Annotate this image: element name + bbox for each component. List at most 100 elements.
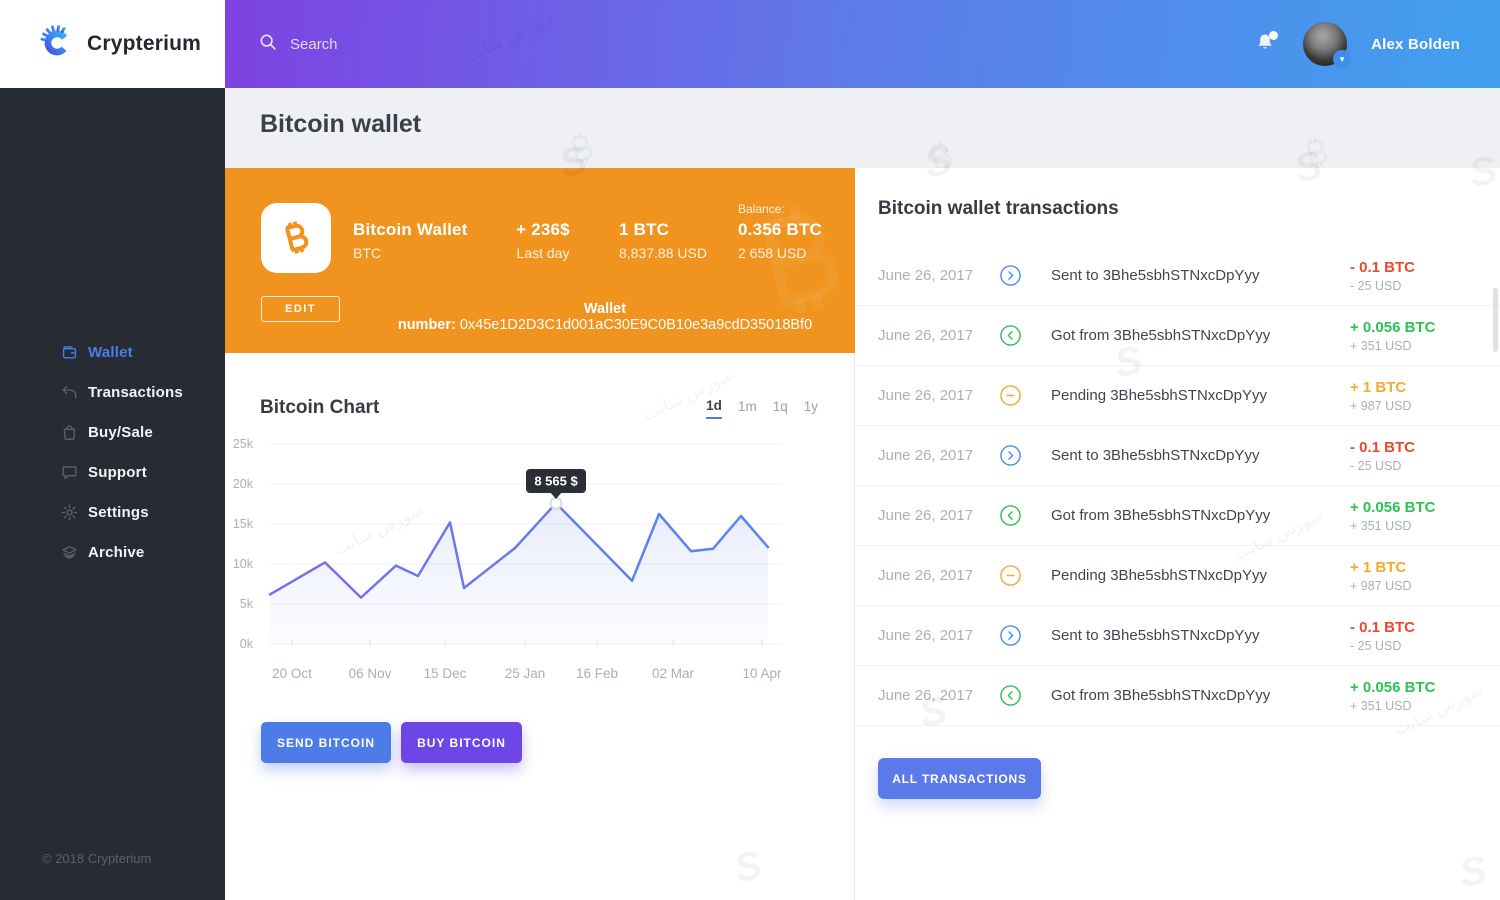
range-tab-1y[interactable]: 1y bbox=[804, 399, 818, 418]
sidebar-item-transactions[interactable]: Transactions bbox=[0, 372, 225, 412]
svg-text:02 Mar: 02 Mar bbox=[652, 666, 695, 681]
transaction-date: June 26, 2017 bbox=[878, 387, 974, 404]
transaction-amount-btc: - 0.1 BTC bbox=[1350, 258, 1416, 276]
transaction-amount-btc: + 0.056 BTC bbox=[1350, 678, 1436, 696]
user-avatar[interactable]: ▾ bbox=[1303, 22, 1352, 68]
transaction-date: June 26, 2017 bbox=[878, 507, 974, 524]
transaction-row[interactable]: June 26, 2017 Sent to 3Bhe5sbhSTNxcDpYyy -… bbox=[856, 606, 1500, 666]
transaction-row[interactable]: June 26, 2017 Pending 3Bhe5sbhSTNxcDpYyy +… bbox=[856, 546, 1500, 606]
transaction-amount-btc: - 0.1 BTC bbox=[1350, 618, 1416, 636]
transaction-amount-usd: - 25 USD bbox=[1350, 458, 1402, 473]
gear-icon bbox=[60, 503, 79, 522]
balance-usd: 2 658 USD bbox=[738, 245, 807, 261]
transaction-row[interactable]: June 26, 2017 Got from 3Bhe5sbhSTNxcDpYyy… bbox=[856, 306, 1500, 366]
minus-circle-icon bbox=[999, 564, 1051, 587]
sidebar-item-wallet[interactable]: Wallet bbox=[0, 332, 225, 372]
svg-text:15 Dec: 15 Dec bbox=[424, 666, 467, 681]
wallet-ticker: BTC bbox=[353, 245, 381, 261]
sidebar-item-buy-sale[interactable]: Buy/Sale bbox=[0, 412, 225, 452]
transaction-label: Sent to 3Bhe5sbhSTNxcDpYyy bbox=[1051, 627, 1260, 644]
transaction-row[interactable]: June 26, 2017 Got from 3Bhe5sbhSTNxcDpYyy… bbox=[856, 666, 1500, 726]
transaction-amounts: - 0.1 BTC - 25 USD bbox=[1350, 259, 1490, 293]
bitcoin-icon bbox=[261, 203, 331, 273]
brand-name: Crypterium bbox=[87, 32, 202, 55]
transactions-title: Bitcoin wallet transactions bbox=[878, 198, 1119, 219]
sidebar-item-support[interactable]: Support bbox=[0, 452, 225, 492]
transaction-amounts: - 0.1 BTC - 25 USD bbox=[1350, 619, 1490, 653]
wallet-change-caption: Last day bbox=[516, 245, 570, 261]
svg-text:06 Nov: 06 Nov bbox=[349, 666, 392, 681]
svg-text:8 565 $: 8 565 $ bbox=[534, 474, 578, 489]
transaction-amounts: + 1 BTC + 987 USD bbox=[1350, 379, 1490, 413]
transaction-date: June 26, 2017 bbox=[878, 687, 974, 704]
transaction-label: Sent to 3Bhe5sbhSTNxcDpYyy bbox=[1051, 267, 1260, 284]
wallet-column: Bitcoin Wallet BTC + 236$ Last day 1 BTC… bbox=[225, 168, 855, 900]
crypterium-app: ▾ Alex Bolden Wallet Transactions Buy/Sale… bbox=[0, 0, 1500, 900]
search-bar[interactable] bbox=[258, 32, 512, 57]
brand-logo[interactable]: Crypterium bbox=[0, 0, 225, 88]
range-tab-1d[interactable]: 1d bbox=[706, 398, 722, 419]
edit-button[interactable]: EDIT bbox=[261, 296, 341, 322]
arrow-right-circle-icon bbox=[999, 264, 1051, 287]
transaction-row[interactable]: June 26, 2017 Sent to 3Bhe5sbhSTNxcDpYyy -… bbox=[856, 426, 1500, 486]
page-header-strip: Bitcoin wallet bbox=[225, 88, 1500, 175]
transaction-amount-usd: + 351 USD bbox=[1350, 518, 1412, 533]
top-bar: ▾ Alex Bolden bbox=[225, 0, 1500, 88]
transaction-amounts: + 0.056 BTC + 351 USD bbox=[1350, 319, 1490, 353]
svg-text:25k: 25k bbox=[233, 437, 254, 451]
transaction-label: Got from 3Bhe5sbhSTNxcDpYyy bbox=[1051, 687, 1271, 704]
arrow-left-circle-icon bbox=[999, 684, 1051, 707]
transaction-row[interactable]: June 26, 2017 Sent to 3Bhe5sbhSTNxcDpYyy -… bbox=[856, 246, 1500, 306]
sidebar-item-settings[interactable]: Settings bbox=[0, 492, 225, 532]
svg-text:16 Feb: 16 Feb bbox=[576, 666, 618, 681]
bitcoin-wallet-card: Bitcoin Wallet BTC + 236$ Last day 1 BTC… bbox=[225, 168, 855, 353]
sidebar-menu: Wallet Transactions Buy/Sale Support Setting… bbox=[0, 332, 225, 572]
chat-icon bbox=[60, 463, 79, 482]
search-input[interactable] bbox=[288, 34, 512, 54]
chart-marker bbox=[549, 496, 563, 510]
range-tab-1q[interactable]: 1q bbox=[773, 399, 788, 418]
sidebar-item-label: Support bbox=[88, 463, 147, 481]
transaction-amount-usd: + 987 USD bbox=[1350, 398, 1412, 413]
balance-label: Balance: bbox=[738, 202, 785, 216]
transaction-label: Got from 3Bhe5sbhSTNxcDpYyy bbox=[1051, 327, 1271, 344]
all-transactions-button[interactable]: ALL TRANSACTIONS bbox=[878, 758, 1041, 799]
sidebar-item-label: Archive bbox=[88, 543, 145, 561]
usd-rate: 8,837.88 USD bbox=[619, 245, 707, 261]
transactions-panel: Bitcoin wallet transactions June 26, 201… bbox=[856, 168, 1500, 900]
bitcoin-price-chart[interactable]: 25k 20k 15k 10k 5k 0k 20 Oct 06 Nov 15 Dec 25 Jan… bbox=[225, 433, 825, 687]
transaction-amount-usd: + 351 USD bbox=[1350, 338, 1412, 353]
range-tab-1m[interactable]: 1m bbox=[738, 399, 757, 418]
send-bitcoin-button[interactable]: SEND BITCOIN bbox=[261, 722, 391, 763]
svg-text:20k: 20k bbox=[233, 477, 254, 491]
wallet-number: Wallet number: 0x45e1D2D3C1d001aC30E9C0B1… bbox=[375, 301, 835, 333]
minus-circle-icon bbox=[999, 384, 1051, 407]
crypterium-logo-icon bbox=[36, 20, 78, 69]
wallet-change: + 236$ bbox=[516, 220, 570, 239]
svg-text:0k: 0k bbox=[240, 637, 254, 651]
transaction-label: Sent to 3Bhe5sbhSTNxcDpYyy bbox=[1051, 447, 1260, 464]
scrollbar-thumb[interactable] bbox=[1493, 288, 1498, 352]
svg-text:25 Jan: 25 Jan bbox=[505, 666, 546, 681]
balance-btc: 0.356 BTC bbox=[738, 220, 823, 239]
notifications-bell-icon[interactable] bbox=[1253, 31, 1279, 57]
bag-icon bbox=[60, 423, 79, 442]
arrow-left-circle-icon bbox=[999, 504, 1051, 527]
sidebar-item-archive[interactable]: Archive bbox=[0, 532, 225, 572]
ghost-btc-icon bbox=[560, 128, 602, 170]
layers-icon bbox=[60, 543, 79, 562]
page-title: Bitcoin wallet bbox=[260, 110, 422, 138]
transaction-row[interactable]: June 26, 2017 Got from 3Bhe5sbhSTNxcDpYyy… bbox=[856, 486, 1500, 546]
transaction-amount-btc: + 1 BTC bbox=[1350, 558, 1407, 576]
svg-text:15k: 15k bbox=[233, 517, 254, 531]
buy-bitcoin-button[interactable]: BUY BITCOIN bbox=[401, 722, 522, 763]
transaction-label: Pending 3Bhe5sbhSTNxcDpYyy bbox=[1051, 567, 1267, 584]
transaction-row[interactable]: June 26, 2017 Pending 3Bhe5sbhSTNxcDpYyy +… bbox=[856, 366, 1500, 426]
transaction-amount-usd: + 351 USD bbox=[1350, 698, 1412, 713]
transaction-label: Got from 3Bhe5sbhSTNxcDpYyy bbox=[1051, 507, 1271, 524]
user-name[interactable]: Alex Bolden bbox=[1371, 36, 1460, 53]
transaction-label: Pending 3Bhe5sbhSTNxcDpYyy bbox=[1051, 387, 1267, 404]
chevron-down-icon: ▾ bbox=[1333, 50, 1352, 68]
transaction-amounts: + 0.056 BTC + 351 USD bbox=[1350, 499, 1490, 533]
chart-range-tabs: 1d 1m 1q 1y bbox=[706, 398, 818, 419]
